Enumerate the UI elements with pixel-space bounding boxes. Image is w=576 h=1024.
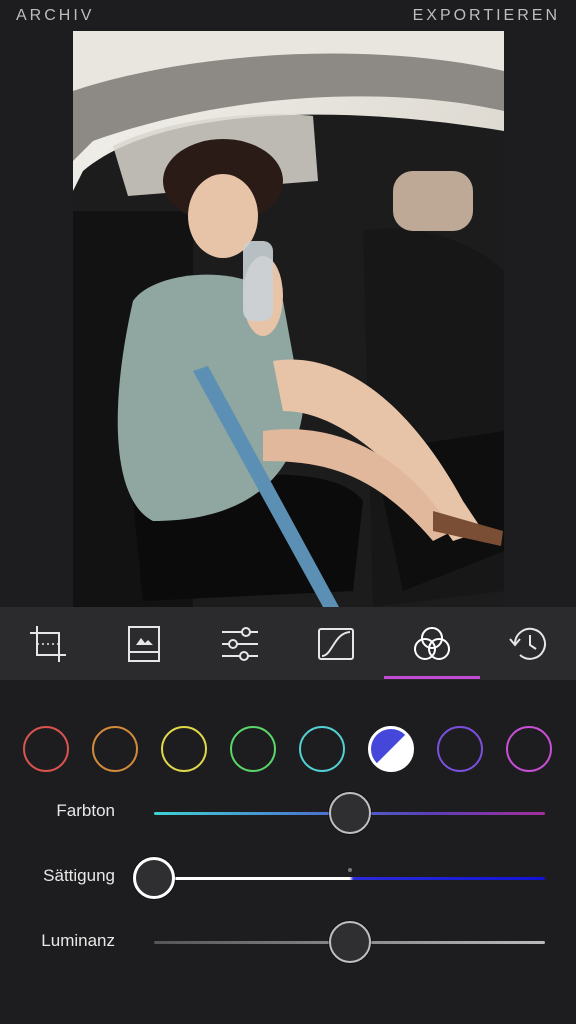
swatch-fill <box>371 729 411 769</box>
history-icon <box>509 627 546 660</box>
tool-curves[interactable] <box>288 607 384 680</box>
swatch-blue-selected[interactable] <box>368 726 414 772</box>
swatch-orange[interactable] <box>92 726 138 772</box>
tool-bar <box>0 607 576 680</box>
luminance-label: Luminanz <box>41 931 115 950</box>
luminance-slider-knob[interactable] <box>329 921 371 963</box>
tool-image[interactable] <box>96 607 192 680</box>
swatch-violet[interactable] <box>437 726 483 772</box>
archive-button[interactable]: ARCHIV <box>16 7 94 25</box>
hue-label: Farbton <box>56 801 115 820</box>
export-button[interactable]: EXPORTIEREN <box>413 7 560 25</box>
crop-icon <box>30 625 66 662</box>
image-icon <box>128 625 160 662</box>
photo-preview[interactable] <box>73 31 504 607</box>
swatch-cyan[interactable] <box>299 726 345 772</box>
saturation-label: Sättigung <box>43 866 115 885</box>
swatch-green[interactable] <box>230 726 276 772</box>
swatch-red[interactable] <box>23 726 69 772</box>
color-circles-icon <box>414 626 450 660</box>
tool-adjust[interactable] <box>192 607 288 680</box>
swatch-yellow[interactable] <box>161 726 207 772</box>
curves-icon <box>318 627 354 660</box>
saturation-track[interactable] <box>154 877 545 880</box>
tool-color[interactable] <box>384 607 480 680</box>
tool-crop[interactable] <box>0 607 96 680</box>
photo-image <box>73 31 504 607</box>
saturation-center-marker <box>348 868 352 872</box>
top-bar: ARCHIV EXPORTIEREN <box>0 0 576 34</box>
saturation-slider-knob[interactable] <box>133 857 175 899</box>
swatch-magenta[interactable] <box>506 726 552 772</box>
tool-history[interactable] <box>480 607 576 680</box>
color-panel <box>0 680 576 1024</box>
active-tool-indicator <box>384 676 480 679</box>
hue-slider-knob[interactable] <box>329 792 371 834</box>
sliders-icon <box>222 626 258 661</box>
